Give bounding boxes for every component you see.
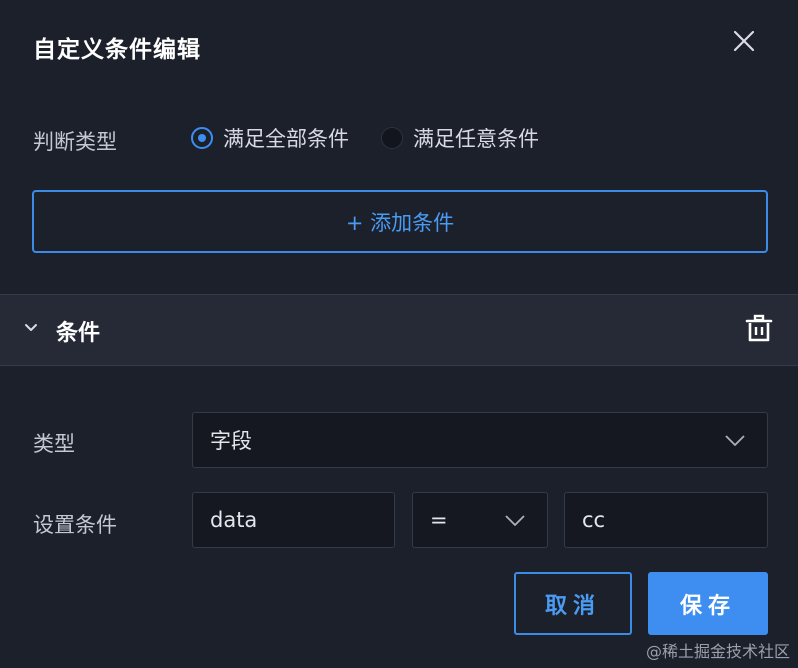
cancel-button[interactable]: 取消 (514, 572, 632, 635)
radio-unselected-icon (381, 127, 403, 149)
save-button[interactable]: 保存 (648, 572, 768, 635)
condition-field-value: data (210, 508, 258, 532)
trash-icon[interactable] (744, 313, 774, 345)
chevron-down-icon (725, 435, 745, 446)
radio-match-all[interactable]: 满足全部条件 (191, 123, 349, 153)
dialog-title: 自定义条件编辑 (33, 37, 201, 63)
close-icon[interactable] (730, 27, 758, 55)
radio-match-any-label: 满足任意条件 (413, 127, 539, 151)
compare-value: cc (582, 508, 606, 532)
condition-field-input[interactable]: data (192, 492, 395, 548)
type-label: 类型 (33, 432, 75, 456)
operator-select[interactable]: = (412, 492, 548, 548)
add-condition-button[interactable]: + 添加条件 (32, 190, 768, 253)
operator-value: = (430, 508, 448, 532)
condition-panel-title: 条件 (56, 321, 101, 346)
type-select-value: 字段 (210, 429, 252, 453)
chevron-down-icon (505, 515, 525, 526)
compare-value-input[interactable]: cc (564, 492, 768, 548)
set-condition-label: 设置条件 (33, 513, 117, 537)
chevron-down-icon[interactable] (24, 321, 38, 335)
radio-selected-icon (191, 127, 213, 149)
judge-type-label: 判断类型 (33, 130, 117, 154)
watermark: @稀土掘金技术社区 (645, 642, 790, 661)
type-select[interactable]: 字段 (192, 412, 768, 468)
condition-panel-header[interactable]: 条件 (0, 294, 798, 366)
judge-type-radio-group: 满足全部条件 满足任意条件 (191, 123, 571, 153)
radio-match-any[interactable]: 满足任意条件 (381, 123, 539, 153)
radio-match-all-label: 满足全部条件 (223, 127, 349, 151)
